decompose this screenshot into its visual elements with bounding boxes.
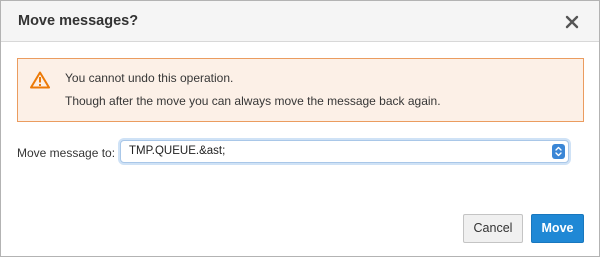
dialog-title: Move messages?	[18, 13, 139, 29]
alert-message-line-1: You cannot undo this operation.	[65, 71, 234, 85]
destination-label: Move message to:	[17, 146, 116, 160]
close-icon[interactable]	[563, 13, 581, 31]
alert-message-line-2: Though after the move you can always mov…	[65, 94, 441, 108]
cancel-button[interactable]: Cancel	[463, 214, 523, 243]
destination-select-value: TMP.QUEUE.&ast;	[129, 145, 226, 157]
destination-select[interactable]: TMP.QUEUE.&ast;	[120, 140, 569, 163]
move-button[interactable]: Move	[531, 214, 584, 243]
dialog-header: Move messages?	[1, 1, 599, 42]
warning-alert: You cannot undo this operation. Though a…	[17, 58, 584, 122]
warning-icon	[30, 71, 50, 89]
select-arrows-icon	[552, 144, 565, 159]
move-messages-dialog: Move messages? You cannot undo this oper…	[0, 0, 600, 257]
